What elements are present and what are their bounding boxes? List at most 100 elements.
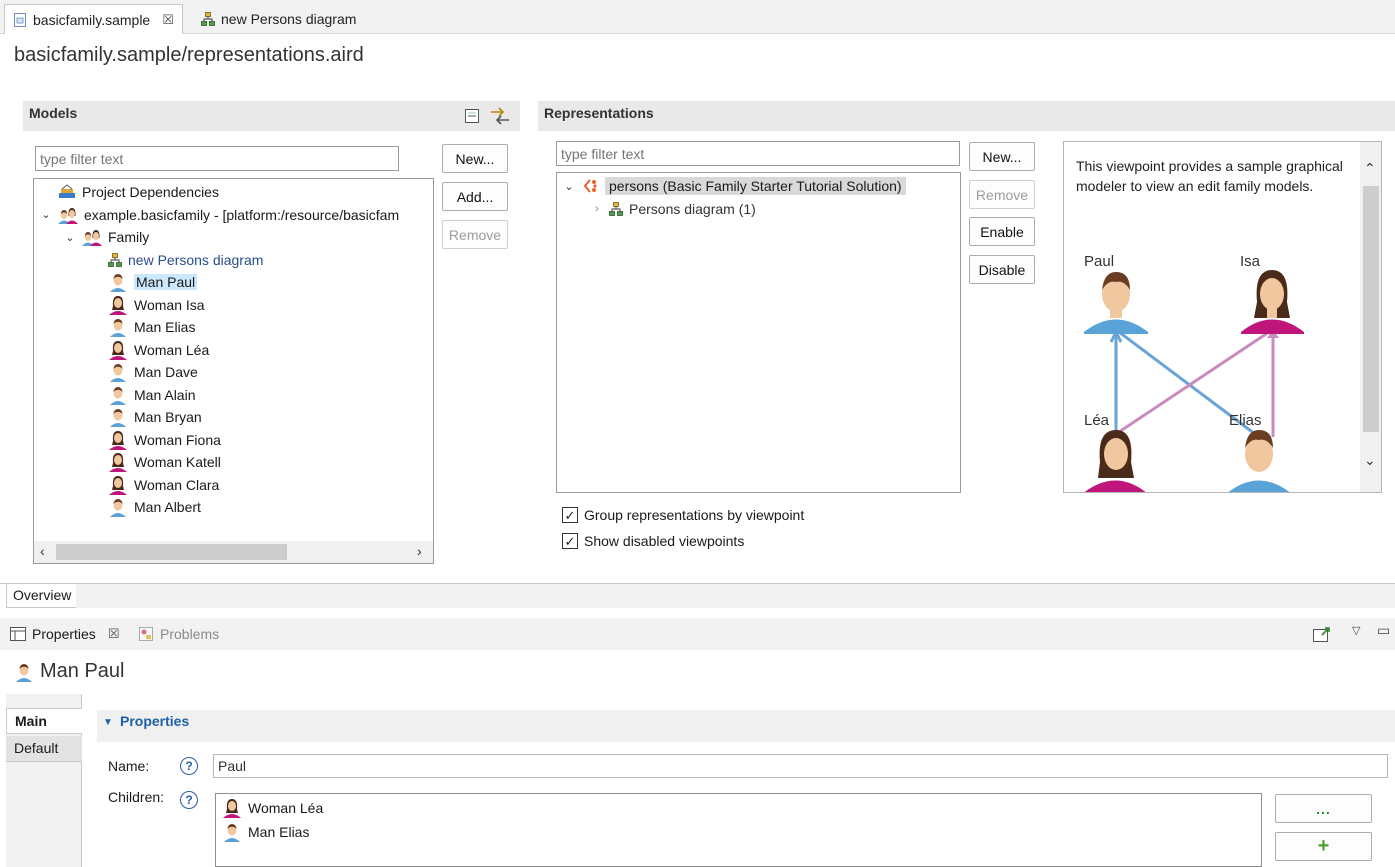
link-editor-icon[interactable]	[489, 106, 511, 129]
scroll-down-icon[interactable]: ⌄	[1364, 452, 1376, 469]
viewpoint-row[interactable]: ⌄ persons (Basic Family Starter Tutorial…	[563, 175, 906, 197]
scrollbar-thumb[interactable]	[56, 544, 287, 560]
description-scrollbar[interactable]: ⌃ ⌄	[1360, 142, 1381, 492]
tree-item[interactable]: Man Dave	[108, 361, 198, 383]
close-icon[interactable]: ☒	[108, 626, 120, 642]
tab-label: Problems	[160, 626, 220, 642]
tree-item[interactable]: ⌄ example.basicfamily - [platform:/resour…	[40, 204, 399, 226]
models-remove-button[interactable]: Remove	[442, 220, 508, 249]
tree-item-label: Woman Katell	[134, 454, 221, 470]
disable-button[interactable]: Disable	[969, 255, 1035, 284]
models-header-label: Models	[29, 105, 78, 121]
tab-overview[interactable]: Overview	[6, 584, 79, 608]
models-tree[interactable]: Project Dependencies ⌄ example.basicfamily…	[33, 178, 434, 564]
tree-item[interactable]: ⌄ Family	[64, 226, 149, 248]
chevron-down-icon[interactable]: ⌄	[563, 180, 575, 193]
models-filter-input[interactable]	[35, 146, 399, 171]
help-icon[interactable]: ?	[180, 791, 198, 809]
enable-button[interactable]: Enable	[969, 217, 1035, 246]
children-list[interactable]: Woman Léa Man Elias	[215, 793, 1262, 867]
models-add-button[interactable]: Add...	[442, 182, 508, 211]
show-disabled-viewpoints-checkbox[interactable]: ✓ Show disabled viewpoints	[562, 533, 744, 549]
browse-button[interactable]: ...	[1275, 794, 1372, 823]
name-field[interactable]: Paul	[213, 754, 1388, 778]
diagram-icon	[201, 12, 215, 26]
list-item[interactable]: Man Elias	[222, 821, 309, 843]
add-child-button[interactable]: +	[1275, 832, 1372, 861]
chevron-down-icon[interactable]: ⌄	[64, 231, 76, 244]
tree-item[interactable]: Man Albert	[108, 496, 201, 518]
tree-item-label: Man Dave	[134, 364, 198, 380]
pin-icon[interactable]	[1313, 626, 1331, 645]
family-icon	[58, 206, 78, 224]
page-tab-strip	[76, 584, 1395, 608]
tree-item[interactable]: Woman Léa	[108, 339, 209, 361]
woman-avatar-isa	[1241, 270, 1304, 334]
help-icon[interactable]: ?	[180, 757, 198, 775]
models-header: Models	[23, 101, 520, 131]
properties-section-header[interactable]: ▼ Properties	[97, 710, 1395, 742]
tree-item[interactable]: Man Paul	[108, 271, 198, 293]
woman-icon	[108, 295, 128, 315]
tree-item-label: Man Paul	[134, 274, 198, 290]
tree-item[interactable]: Man Alain	[108, 384, 195, 406]
man-icon	[16, 663, 32, 682]
group-by-viewpoint-checkbox[interactable]: ✓ Group representations by viewpoint	[562, 507, 804, 523]
woman-icon	[108, 475, 128, 495]
collapse-all-icon[interactable]	[463, 107, 481, 128]
minimize-icon[interactable]: ▭	[1377, 622, 1390, 639]
tab-default[interactable]: Default	[6, 736, 82, 762]
dependencies-icon	[58, 184, 76, 200]
woman-icon	[108, 452, 128, 472]
woman-icon	[108, 340, 128, 360]
tab-main[interactable]: Main	[6, 708, 82, 734]
tab-new-persons-diagram[interactable]: new Persons diagram	[193, 4, 364, 34]
man-icon	[108, 497, 128, 517]
scroll-right-icon[interactable]: ›	[417, 543, 422, 559]
man-avatar-paul	[1084, 272, 1148, 334]
preview-label-isa: Isa	[1240, 253, 1261, 270]
children-label: Children:	[108, 789, 165, 805]
viewpoint-icon	[583, 179, 597, 193]
chevron-right-icon[interactable]: ›	[591, 203, 603, 215]
tree-item-label: Woman Léa	[134, 341, 210, 358]
list-item-label: Woman Léa	[248, 800, 324, 816]
list-item[interactable]: Woman Léa	[222, 797, 323, 819]
tree-item[interactable]: Woman Isa	[108, 294, 205, 316]
diagram-icon	[609, 202, 623, 216]
tab-problems[interactable]: Problems	[138, 618, 219, 650]
representation-row[interactable]: › Persons diagram (1)	[591, 198, 756, 220]
representations-filter-input[interactable]	[556, 141, 960, 166]
checkbox-icon[interactable]: ✓	[562, 507, 578, 523]
representations-remove-button[interactable]: Remove	[969, 180, 1035, 209]
tree-item[interactable]: Woman Katell	[108, 451, 221, 473]
tree-item-label: Man Albert	[134, 499, 201, 515]
tree-item[interactable]: Woman Clara	[108, 474, 219, 496]
preview-label-lea: Léa	[1084, 412, 1110, 429]
woman-icon	[108, 430, 128, 450]
tree-item[interactable]: Man Elias	[108, 316, 195, 338]
tab-properties[interactable]: Properties ☒	[10, 618, 119, 650]
tree-item-label: example.basicfamily - [platform:/resourc…	[84, 206, 400, 223]
models-new-button[interactable]: New...	[442, 144, 508, 173]
tree-item-label: Man Alain	[134, 386, 196, 403]
checkbox-icon[interactable]: ✓	[562, 533, 578, 549]
scroll-up-icon[interactable]: ⌃	[1364, 160, 1376, 177]
close-icon[interactable]: ☒	[162, 12, 174, 28]
page-title: basicfamily.sample/representations.aird	[14, 44, 364, 66]
tree-item[interactable]: Woman Fiona	[108, 429, 221, 451]
models-tree-hscrollbar[interactable]: ‹ ›	[34, 541, 433, 563]
tree-item[interactable]: Man Bryan	[108, 406, 202, 428]
chevron-down-icon[interactable]: ▼	[103, 717, 113, 728]
representations-tree[interactable]: ⌄ persons (Basic Family Starter Tutorial…	[556, 172, 961, 493]
preview-label-elias: Elias	[1229, 412, 1262, 429]
view-menu-icon[interactable]: ▽	[1352, 624, 1360, 637]
tree-item[interactable]: new Persons diagram	[108, 249, 263, 271]
family-icon	[82, 228, 102, 246]
tree-item[interactable]: Project Dependencies	[40, 181, 219, 203]
tab-basicfamily-sample[interactable]: basicfamily.sample ☒	[4, 4, 183, 34]
chevron-down-icon[interactable]: ⌄	[40, 208, 52, 221]
scroll-left-icon[interactable]: ‹	[40, 543, 45, 559]
scrollbar-thumb[interactable]	[1363, 186, 1379, 432]
representations-new-button[interactable]: New...	[969, 142, 1035, 171]
